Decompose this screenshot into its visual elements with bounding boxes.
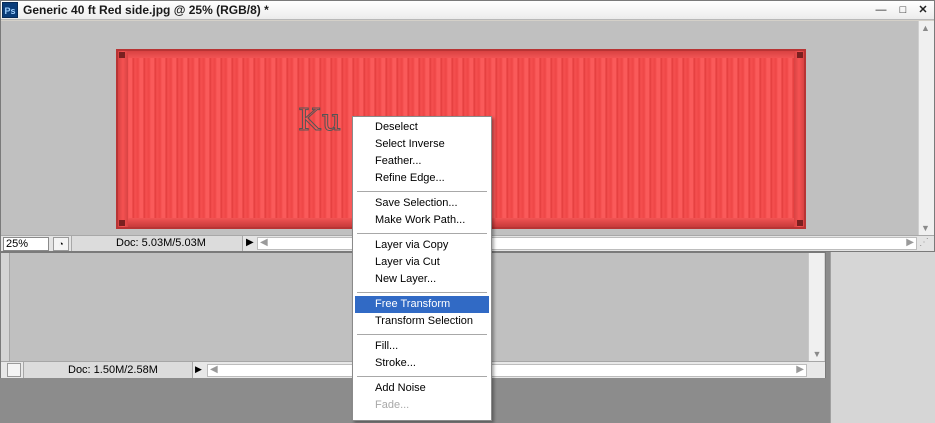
menu-item-fill[interactable]: Fill...: [355, 338, 489, 355]
menu-separator: [357, 292, 487, 293]
minimize-button[interactable]: —: [873, 3, 889, 17]
scroll-left-arrow-icon[interactable]: ◀: [260, 237, 268, 248]
menu-item-free-transform[interactable]: Free Transform: [355, 296, 489, 313]
container-end-post-left: [118, 51, 128, 227]
menu-item-layer-via-copy[interactable]: Layer via Copy: [355, 237, 489, 254]
scroll-right-arrow-icon[interactable]: ▶: [906, 237, 914, 248]
horizontal-scrollbar-back[interactable]: ◀ ▶: [207, 364, 807, 377]
container-end-post-right: [794, 51, 804, 227]
menu-separator: [357, 376, 487, 377]
menu-item-feather[interactable]: Feather...: [355, 153, 489, 170]
scroll-down-arrow-icon[interactable]: ▼: [811, 348, 823, 360]
text-selection-marquee[interactable]: Ku: [297, 103, 343, 139]
menu-item-new-layer[interactable]: New Layer...: [355, 271, 489, 288]
vertical-scrollbar-back[interactable]: ▼: [808, 253, 824, 361]
container-corner-casting: [119, 52, 125, 58]
container-corner-casting: [797, 52, 803, 58]
context-menu: Deselect Select Inverse Feather... Refin…: [352, 116, 492, 421]
menu-separator: [357, 191, 487, 192]
menu-item-deselect[interactable]: Deselect: [355, 119, 489, 136]
scroll-up-arrow-icon[interactable]: ▲: [921, 23, 930, 33]
menu-item-refine-edge[interactable]: Refine Edge...: [355, 170, 489, 187]
doc-size-info: Doc: 1.50M/2.58M: [23, 362, 193, 378]
navigator-icon[interactable]: ◔: [53, 237, 69, 251]
menu-item-layer-via-cut[interactable]: Layer via Cut: [355, 254, 489, 271]
menu-item-fade: Fade...: [375, 399, 410, 411]
menu-item-make-work-path[interactable]: Make Work Path...: [355, 212, 489, 229]
scroll-right-arrow-icon[interactable]: ▶: [796, 364, 804, 375]
status-menu-triangle-icon[interactable]: ▶: [246, 237, 254, 248]
status-menu-triangle-icon[interactable]: ▶: [195, 364, 202, 375]
window-titlebar[interactable]: Ps Generic 40 ft Red side.jpg @ 25% (RGB…: [1, 1, 934, 20]
close-button[interactable]: ✕: [915, 3, 931, 17]
scroll-down-arrow-icon[interactable]: ▼: [921, 223, 930, 233]
menu-item-select-inverse[interactable]: Select Inverse: [355, 136, 489, 153]
menu-separator: [357, 233, 487, 234]
resize-grip-icon[interactable]: ⋰: [919, 237, 929, 248]
doc-size-info: Doc: 5.03M/5.03M: [71, 236, 243, 251]
container-corner-casting: [119, 220, 125, 226]
photoshop-icon: Ps: [2, 2, 18, 18]
menu-item-stroke[interactable]: Stroke...: [355, 355, 489, 372]
menu-item-add-noise[interactable]: Add Noise: [355, 380, 489, 397]
zoom-field[interactable]: [3, 237, 49, 251]
maximize-button[interactable]: □: [895, 3, 911, 17]
workspace-panel: [830, 252, 935, 423]
navigator-icon[interactable]: [7, 363, 21, 377]
menu-separator: [357, 334, 487, 335]
container-top-rail: [118, 51, 804, 58]
menu-item-save-selection[interactable]: Save Selection...: [355, 195, 489, 212]
window-title: Generic 40 ft Red side.jpg @ 25% (RGB/8)…: [23, 3, 269, 17]
scroll-left-arrow-icon[interactable]: ◀: [210, 364, 218, 375]
vertical-scrollbar-front[interactable]: ▲ ▼: [918, 21, 934, 235]
menu-item-transform-selection[interactable]: Transform Selection: [355, 313, 489, 330]
container-corner-casting: [797, 220, 803, 226]
